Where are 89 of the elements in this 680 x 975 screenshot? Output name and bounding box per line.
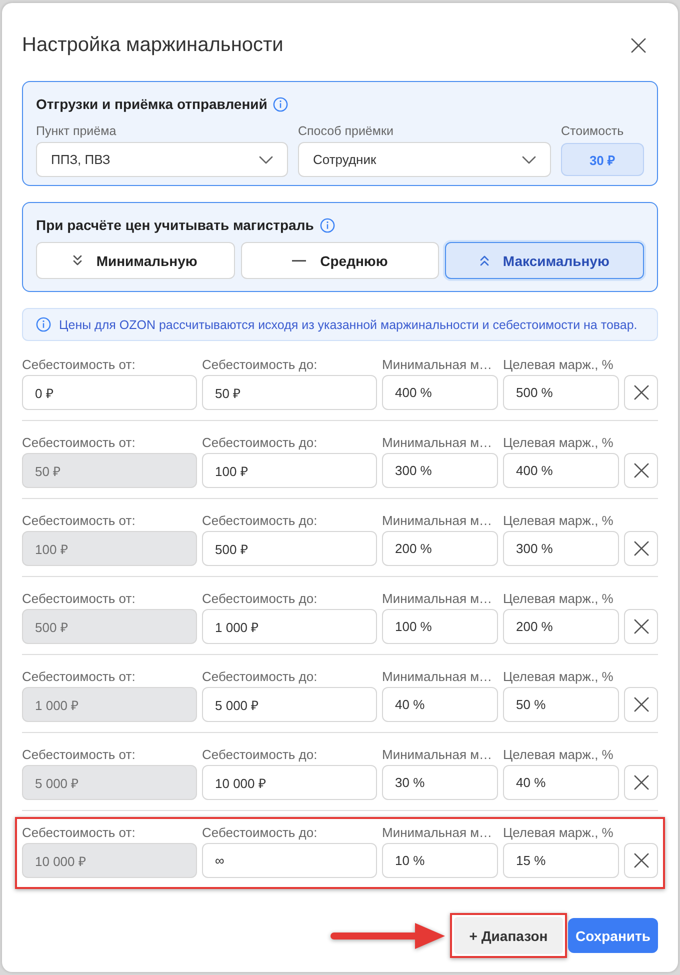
dropdown[interactable]: Сотрудник xyxy=(298,142,551,177)
delete-button[interactable] xyxy=(624,375,658,410)
field-label: Себестоимость до: xyxy=(202,747,318,763)
field-label: Стоимость xyxy=(561,124,625,139)
field-label: Себестоимость до: xyxy=(202,435,318,451)
input-field[interactable]: 30 % xyxy=(382,765,498,800)
field-label: Целевая марж., % xyxy=(503,357,614,373)
input-field[interactable]: 15 % xyxy=(503,843,619,878)
field-label: Себестоимость от: xyxy=(22,825,136,841)
cross-icon xyxy=(634,619,648,634)
cross-icon xyxy=(634,853,648,868)
field-label: Себестоимость от: xyxy=(22,357,136,373)
field-label: Себестоимость до: xyxy=(202,513,318,529)
field-label: Пункт приёма xyxy=(36,124,118,139)
field-label: Минимальная м… xyxy=(382,513,494,529)
input-field[interactable]: ∞ xyxy=(202,843,377,878)
field-label: Целевая марж., % xyxy=(503,435,614,451)
input-field[interactable]: 0 ₽ xyxy=(22,375,197,410)
field-label: Себестоимость от: xyxy=(22,591,136,607)
field-label: Себестоимость до: xyxy=(202,357,318,373)
cross-icon xyxy=(634,385,648,400)
field-label: Целевая марж., % xyxy=(503,513,614,529)
double-chevron-up-icon xyxy=(480,255,489,266)
input-field[interactable]: 10 % xyxy=(382,843,498,878)
option-button[interactable]: Среднюю xyxy=(240,242,440,279)
delete-button[interactable] xyxy=(624,765,658,800)
dialog-title: Настройка маржинальности xyxy=(22,33,284,58)
input-field[interactable]: 500 ₽ xyxy=(202,531,377,566)
info-icon xyxy=(273,96,288,112)
close-icon xyxy=(631,38,646,52)
field-label: Минимальная м… xyxy=(382,591,494,607)
field-label: Минимальная м… xyxy=(382,435,494,451)
field-label: Себестоимость от: xyxy=(22,747,136,763)
chevron-down-icon xyxy=(259,156,273,164)
delete-button[interactable] xyxy=(624,531,658,566)
field-label: Себестоимость до: xyxy=(202,591,318,607)
input-field[interactable]: 300 % xyxy=(503,531,619,566)
field-label: Минимальная м… xyxy=(382,357,494,373)
field-label: Целевая марж., % xyxy=(503,825,614,841)
cross-icon xyxy=(634,697,648,712)
field-label: Себестоимость от: xyxy=(22,435,136,451)
field-label: Минимальная м… xyxy=(382,669,494,685)
delete-button[interactable] xyxy=(624,609,658,644)
field-label: Способ приёмки xyxy=(298,124,394,139)
field-label: Минимальная м… xyxy=(382,825,494,841)
cross-icon xyxy=(634,775,648,790)
input-field[interactable]: 50 ₽ xyxy=(202,375,377,410)
save-button[interactable]: Сохранить xyxy=(568,918,658,953)
input-field[interactable]: 40 % xyxy=(382,687,498,722)
input-field[interactable]: 1 000 ₽ xyxy=(202,609,377,644)
info-icon xyxy=(320,218,335,232)
input-field[interactable]: 400 % xyxy=(503,453,619,488)
option-button[interactable]: Максимальную xyxy=(445,242,644,279)
input-field[interactable]: 500 % xyxy=(503,375,619,410)
field-label: Целевая марж., % xyxy=(503,747,614,763)
info-icon xyxy=(36,317,51,332)
input-field[interactable]: 300 % xyxy=(382,453,498,488)
input-field[interactable]: 5 000 ₽ xyxy=(202,687,377,722)
field-label: Минимальная м… xyxy=(382,747,494,763)
cross-icon xyxy=(634,463,648,478)
notice-text: Цены для OZON рассчитываются исходя из указанной маржинальности и себестоимости на товар. xyxy=(59,318,638,332)
section-title: При расчёте цен учитывать магистраль xyxy=(36,216,314,234)
chevron-down-icon xyxy=(522,156,536,164)
input-field[interactable]: 100 ₽ xyxy=(202,453,377,488)
input-field[interactable]: 400 % xyxy=(382,375,498,410)
field-label: Себестоимость до: xyxy=(202,669,318,685)
field-label: Себестоимость от: xyxy=(22,669,136,685)
field-label: Целевая марж., % xyxy=(503,591,614,607)
field-label: Себестоимость до: xyxy=(202,825,318,841)
input-field[interactable]: 100 % xyxy=(382,609,498,644)
input-field[interactable]: 10 000 ₽ xyxy=(202,765,377,800)
input-field[interactable]: 200 % xyxy=(503,609,619,644)
delete-button[interactable] xyxy=(624,453,658,488)
add-range-button[interactable]: + Диапазон xyxy=(454,917,563,954)
close-button[interactable] xyxy=(631,38,646,52)
option-button[interactable]: Минимальную xyxy=(36,242,235,279)
double-chevron-down-icon xyxy=(73,255,82,266)
input-field[interactable]: 200 % xyxy=(382,531,498,566)
delete-button[interactable] xyxy=(624,843,658,878)
section-title: Отгрузки и приёмка отправлений xyxy=(36,95,268,113)
field-label: Целевая марж., % xyxy=(503,669,614,685)
input-field[interactable]: 40 % xyxy=(503,765,619,800)
dropdown[interactable]: ППЗ, ПВЗ xyxy=(36,142,288,177)
delete-button[interactable] xyxy=(624,687,658,722)
input-field[interactable]: 50 % xyxy=(503,687,619,722)
dash-icon xyxy=(292,260,306,262)
cost-value: 30 ₽ xyxy=(561,143,644,176)
field-label: Себестоимость от: xyxy=(22,513,136,529)
cross-icon xyxy=(634,541,648,556)
